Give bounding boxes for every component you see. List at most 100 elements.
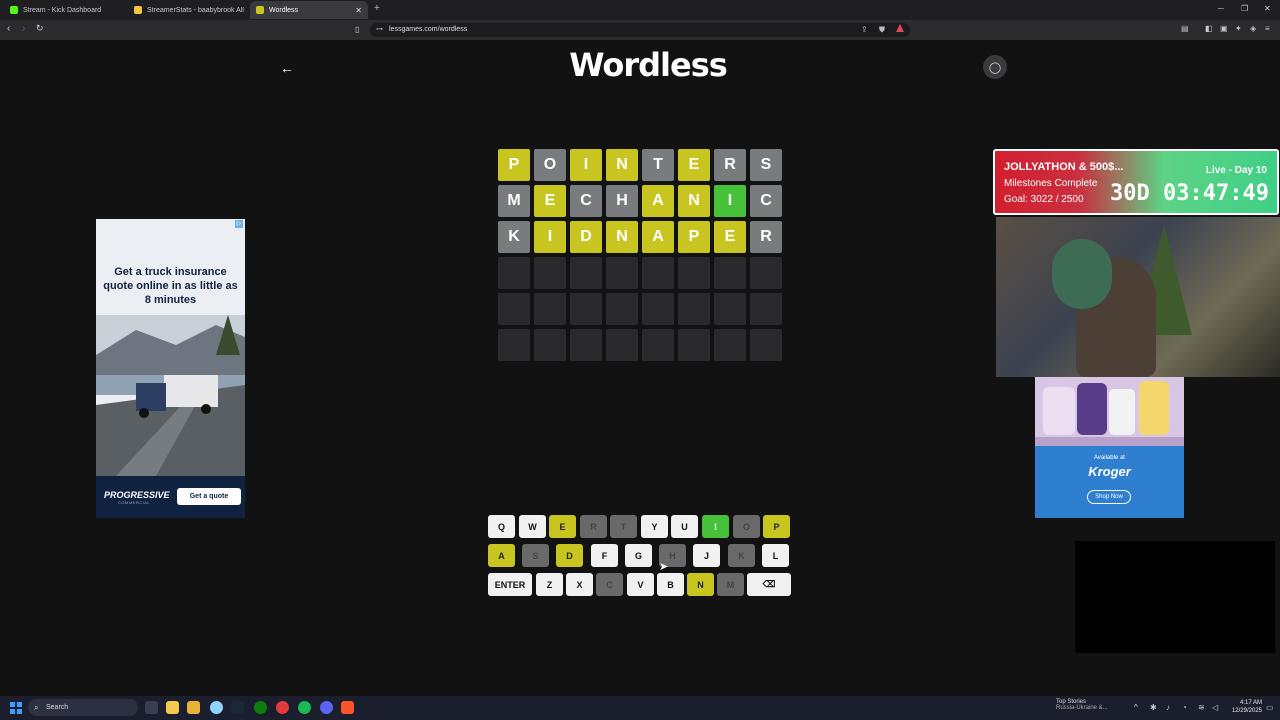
windows-start-icon[interactable] — [10, 702, 22, 714]
key-n[interactable]: N — [687, 573, 714, 596]
steam-icon[interactable] — [231, 701, 244, 714]
user-icon[interactable]: ◯ — [983, 55, 1007, 79]
xbox-icon[interactable] — [254, 701, 267, 714]
sidebar-icon[interactable]: ◧ — [1205, 24, 1213, 33]
key-a[interactable]: A — [488, 544, 515, 567]
bookmark-icon[interactable]: ▯ — [355, 25, 359, 34]
enter-key[interactable]: ENTER — [488, 573, 532, 596]
key-z[interactable]: Z — [536, 573, 563, 596]
product-image — [1035, 377, 1184, 446]
bluetooth-icon[interactable]: ✱ — [1150, 703, 1157, 712]
taskbar-clock[interactable]: 4:17 AM 12/29/2025 — [1226, 699, 1262, 715]
spotify-icon[interactable] — [298, 701, 311, 714]
key-i[interactable]: I — [702, 515, 729, 538]
key-d[interactable]: D — [556, 544, 583, 567]
kick-icon — [10, 6, 18, 14]
page-title: Wordless — [569, 46, 728, 84]
new-tab-button[interactable]: + — [374, 3, 380, 14]
wifi-icon[interactable]: ≋ — [1198, 703, 1205, 712]
key-k[interactable]: K — [728, 544, 755, 567]
key-u[interactable]: U — [671, 515, 698, 538]
ad-enfamil-kroger[interactable]: Available at Kroger Shop Now — [1035, 377, 1184, 518]
adchoices-icon[interactable]: ▷ — [235, 220, 243, 228]
key-t[interactable]: T — [610, 515, 637, 538]
discord-icon[interactable] — [320, 701, 333, 714]
reload-icon[interactable]: ↻ — [36, 23, 44, 34]
browser-tab-bar: Stream - Kick Dashboard StreamerStats - … — [0, 0, 1280, 20]
volume-icon[interactable]: ◁ — [1212, 703, 1218, 712]
board-tile — [570, 257, 602, 289]
key-j[interactable]: J — [693, 544, 720, 567]
obs-icon[interactable] — [210, 701, 223, 714]
close-tab-icon[interactable]: ✕ — [355, 6, 362, 15]
leo-icon[interactable]: ✦ — [1235, 24, 1242, 33]
key-s[interactable]: S — [522, 544, 549, 567]
network-icon[interactable]: ◔ — [1182, 703, 1187, 712]
widgets-icon[interactable] — [166, 701, 179, 714]
key-p[interactable]: P — [763, 515, 790, 538]
board-tile — [678, 293, 710, 325]
back-nav-icon[interactable]: ‹ — [7, 23, 10, 34]
brave-rewards-icon[interactable] — [896, 24, 904, 32]
maximize-icon[interactable]: ❐ — [1241, 4, 1248, 13]
wallet-icon[interactable]: ▣ — [1220, 24, 1228, 33]
board-tile — [498, 257, 530, 289]
ad-progressive[interactable]: ▷ Get a truck insurance quote online in … — [96, 219, 245, 518]
key-l[interactable]: L — [762, 544, 789, 567]
site-info-icon[interactable]: ⊶ — [376, 23, 383, 37]
key-e[interactable]: E — [549, 515, 576, 538]
headset-image — [1052, 239, 1112, 309]
file-explorer-icon[interactable] — [187, 701, 200, 714]
tab-kick-dashboard[interactable]: Stream - Kick Dashboard — [4, 1, 128, 19]
board-tile — [642, 329, 674, 361]
tab-streamerstats[interactable]: StreamerStats - baabybrook All Time — [128, 1, 250, 19]
brave-shield-icon[interactable]: ⛊ — [879, 25, 885, 35]
key-v[interactable]: V — [627, 573, 654, 596]
key-m[interactable]: M — [717, 573, 744, 596]
board-tile: M — [498, 185, 530, 217]
game-board: POINTERSMECHANICKIDNAPER — [498, 149, 782, 361]
menu-icon[interactable]: ≡ — [1265, 24, 1270, 33]
brave-icon[interactable] — [341, 701, 354, 714]
board-tile — [714, 257, 746, 289]
board-tile — [642, 257, 674, 289]
get-quote-button[interactable]: Get a quote — [177, 488, 241, 505]
shop-now-button[interactable]: Shop Now — [1087, 490, 1131, 504]
taskbar-search[interactable]: ⌕ Search — [28, 699, 138, 716]
key-f[interactable]: F — [591, 544, 618, 567]
reader-mode-icon[interactable]: ▤ — [1181, 24, 1189, 33]
board-tile: T — [642, 149, 674, 181]
mic-icon[interactable]: ♪ — [1166, 703, 1170, 712]
tab-label: Wordless — [269, 6, 299, 14]
board-tile — [570, 329, 602, 361]
key-o[interactable]: O — [733, 515, 760, 538]
close-window-icon[interactable]: ✕ — [1264, 4, 1271, 13]
key-x[interactable]: X — [566, 573, 593, 596]
minimize-icon[interactable]: ─ — [1218, 4, 1224, 13]
key-y[interactable]: Y — [641, 515, 668, 538]
key-r[interactable]: R — [580, 515, 607, 538]
news-widget[interactable]: Top Stories Russia-Ukraine &... — [1056, 699, 1128, 711]
forward-nav-icon[interactable]: › — [22, 23, 25, 34]
vpn-icon[interactable]: ◈ — [1250, 24, 1256, 33]
key-g[interactable]: G — [625, 544, 652, 567]
notification-icon[interactable]: ▭ — [1266, 703, 1274, 712]
key-c[interactable]: C — [596, 573, 623, 596]
address-bar[interactable]: ⊶ lessgames.com/wordless — [370, 23, 910, 37]
board-tile: N — [678, 185, 710, 217]
task-view-icon[interactable] — [145, 701, 158, 714]
board-tile: P — [498, 149, 530, 181]
chrome-icon[interactable] — [276, 701, 289, 714]
board-tile — [606, 329, 638, 361]
key-q[interactable]: Q — [488, 515, 515, 538]
tray-overflow-icon[interactable]: ^ — [1134, 703, 1138, 712]
board-tile: A — [642, 221, 674, 253]
board-tile — [606, 257, 638, 289]
arrow-left-icon[interactable]: ← — [280, 60, 294, 76]
key-b[interactable]: B — [657, 573, 684, 596]
key-w[interactable]: W — [519, 515, 546, 538]
tab-wordless[interactable]: Wordless ✕ — [250, 1, 368, 19]
share-icon[interactable]: ⇪ — [861, 25, 868, 34]
backspace-key[interactable]: ⌫ — [747, 573, 791, 596]
banner-goal: Goal: 3022 / 2500 — [1004, 194, 1084, 205]
